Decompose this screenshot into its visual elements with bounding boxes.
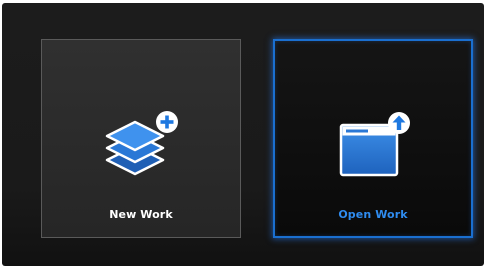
new-work-button[interactable]: New Work bbox=[41, 39, 241, 238]
layers-plus-icon bbox=[105, 111, 178, 176]
new-work-label: New Work bbox=[109, 208, 173, 221]
open-work-button[interactable]: Open Work bbox=[273, 39, 473, 238]
open-work-label: Open Work bbox=[338, 208, 408, 221]
window-upload-icon bbox=[339, 112, 410, 177]
start-panel: New Work Open Work bbox=[2, 3, 484, 266]
